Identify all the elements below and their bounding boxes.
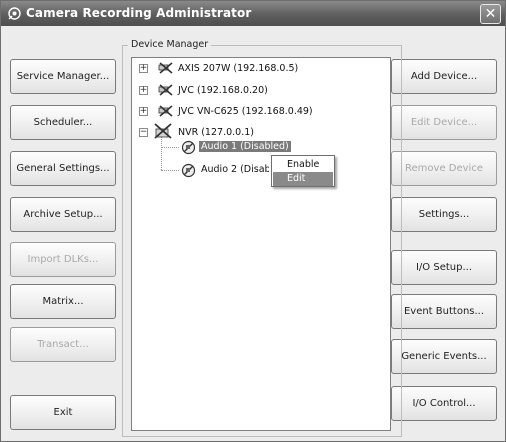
tree-item-nvr[interactable]: NVR (127.0.0.1) [178,127,254,138]
tree-item-audio-1[interactable]: Audio 1 (Disabled) [199,141,291,152]
io-setup-button[interactable]: I/O Setup... [391,250,497,285]
remove-device-button[interactable]: Remove Device [391,151,497,186]
exit-button[interactable]: Exit [10,395,116,430]
close-icon: ✕ [484,6,497,22]
camera-device-icon [158,62,173,74]
context-menu-enable[interactable]: Enable [273,158,333,172]
edit-device-button[interactable]: Edit Device... [391,105,497,140]
title-bar[interactable]: Camera Recording Administrator ✕ [1,1,505,26]
tree-item-jvc-vn-c625[interactable]: JVC VN-C625 (192.168.0.49) [178,106,313,117]
service-manager-button[interactable]: Service Manager... [10,59,116,94]
device-manager-label: Device Manager [128,39,212,50]
tree-connector [161,147,179,148]
close-button[interactable]: ✕ [480,4,501,24]
expand-toggle[interactable]: + [139,86,148,95]
tree-item-jvc[interactable]: JVC (192.168.0.20) [178,85,268,96]
scheduler-button[interactable]: Scheduler... [10,105,116,140]
general-settings-button[interactable]: General Settings... [10,151,116,186]
app-window: Camera Recording Administrator ✕ Service… [0,0,506,442]
add-device-button[interactable]: Add Device... [391,59,497,94]
tree-item-audio-2[interactable]: Audio 2 (Disabled) [201,164,269,175]
archive-setup-button[interactable]: Archive Setup... [10,197,116,232]
camera-device-icon [158,105,173,117]
collapse-toggle[interactable]: − [139,128,148,137]
import-dlks-button[interactable]: Import DLKs... [10,242,116,277]
client-area: Service Manager... Scheduler... General … [1,26,505,441]
context-menu-edit[interactable]: Edit [273,172,333,186]
tree-connector [161,170,179,171]
generic-events-button[interactable]: Generic Events... [391,339,497,374]
settings-button[interactable]: Settings... [391,197,497,232]
context-menu: Enable Edit [271,155,335,187]
event-buttons-button[interactable]: Event Buttons... [391,294,497,329]
camera-app-icon [8,7,21,20]
matrix-button[interactable]: Matrix... [10,284,116,319]
audio-disabled-icon [181,140,196,155]
selected-label: Audio 1 (Disabled) [199,141,291,152]
camera-device-icon [158,84,173,96]
tree-item-axis-207w[interactable]: AXIS 207W (192.168.0.5) [178,63,298,74]
expand-toggle[interactable]: + [139,64,148,73]
expand-toggle[interactable]: + [139,107,148,116]
window-title: Camera Recording Administrator [26,6,252,20]
transact-button[interactable]: Transact... [10,327,116,362]
io-control-button[interactable]: I/O Control... [391,386,497,421]
audio-disabled-icon [181,163,196,178]
nvr-device-icon [154,123,172,139]
